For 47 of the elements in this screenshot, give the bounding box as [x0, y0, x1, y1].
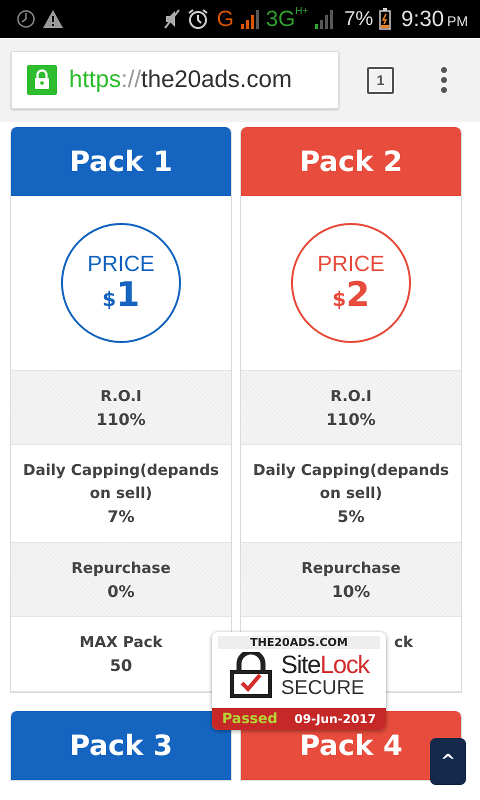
- menu-icon[interactable]: [440, 67, 448, 93]
- clock-period: PM: [447, 13, 468, 29]
- price-label: PRICE: [317, 251, 385, 278]
- scroll-top-button[interactable]: ^: [430, 738, 466, 785]
- feature-label: Daily Capping(depands on sell): [252, 460, 450, 504]
- feature-label: Repurchase: [301, 558, 401, 579]
- signal-icon: [314, 9, 334, 29]
- price-label: PRICE: [87, 251, 155, 278]
- feature-value: 7%: [107, 506, 135, 528]
- mute-icon: [162, 8, 181, 30]
- pack-header: Pack 2: [241, 127, 461, 196]
- feature-value: 0%: [107, 581, 135, 603]
- seal-status: Passed: [222, 711, 278, 727]
- feature-label: Daily Capping(depands on sell): [22, 460, 220, 504]
- network-type: G: [216, 6, 234, 32]
- pack-header: Pack 1: [11, 127, 231, 196]
- feature-value: 10%: [332, 581, 370, 603]
- feature-label: R.O.I: [100, 386, 142, 407]
- warning-icon: [42, 9, 64, 29]
- price-amount: $2: [332, 277, 370, 315]
- feature-label: ck: [394, 632, 413, 653]
- feature-value: 110%: [326, 409, 376, 431]
- signal-icon: [240, 9, 260, 29]
- clock-icon: [16, 9, 36, 29]
- feature-label: Repurchase: [71, 558, 171, 579]
- battery-icon: [379, 8, 392, 30]
- feature-label: MAX Pack: [80, 632, 162, 653]
- padlock-check-icon: [229, 652, 274, 698]
- clock-time: 9:30: [401, 6, 444, 32]
- seal-domain: THE20ADS.COM: [218, 636, 380, 649]
- feature-value: 5%: [337, 506, 365, 528]
- price-amount: $1: [102, 277, 140, 315]
- battery-percent: 7%: [344, 8, 374, 30]
- address-bar[interactable]: https://the20ads.com: [11, 51, 339, 109]
- url-text: https://the20ads.com: [69, 66, 292, 94]
- alarm-icon: [186, 8, 209, 30]
- lock-icon: [27, 65, 57, 95]
- security-seal[interactable]: THE20ADS.COM SiteLock SECURE Passed 09-Jun-2017: [212, 632, 386, 730]
- tab-count-button[interactable]: 1: [367, 66, 394, 94]
- seal-secure: SECURE: [281, 678, 366, 698]
- network-subtype: H+: [295, 6, 308, 17]
- seal-brand: SiteLock: [281, 652, 369, 678]
- feature-value: 50: [110, 655, 132, 677]
- seal-date: 09-Jun-2017: [294, 712, 376, 726]
- feature-value: 110%: [96, 409, 146, 431]
- network-type: 3G: [266, 6, 296, 32]
- feature-label: R.O.I: [330, 386, 372, 407]
